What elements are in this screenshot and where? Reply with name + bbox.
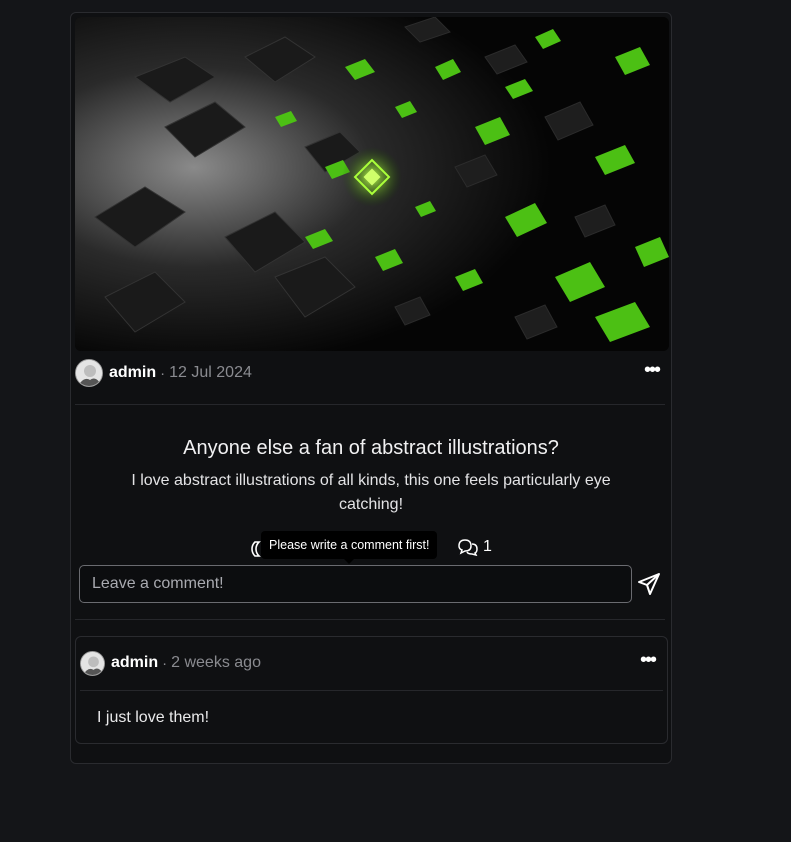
tooltip: Please write a comment first!: [261, 531, 438, 564]
meta-separator: ·: [160, 364, 166, 382]
author-avatar[interactable]: [75, 359, 103, 387]
post-author[interactable]: admin: [109, 364, 156, 382]
post-actions: Please write a comment first! 1: [251, 531, 551, 564]
post-body: I love abstract illustrations of all kin…: [131, 472, 611, 513]
comment-count-value: 1: [483, 538, 492, 555]
comments-icon: [458, 539, 478, 556]
comment-count[interactable]: 1: [457, 538, 492, 556]
comment-input[interactable]: [79, 565, 632, 603]
post-meta: admin · 12 Jul 2024 •••: [75, 357, 669, 389]
comment-date: 2 weeks ago: [171, 654, 261, 671]
comment-author-avatar[interactable]: [80, 650, 105, 676]
comment-item: admin · 2 weeks ago ••• I just love them…: [75, 636, 668, 744]
divider: [75, 619, 665, 620]
more-icon[interactable]: •••: [644, 360, 661, 380]
post-title: Anyone else a fan of abstract illustrati…: [183, 437, 559, 459]
comment-meta: admin · 2 weeks ago •••: [80, 647, 665, 679]
post-image: [75, 17, 669, 351]
comment-author[interactable]: admin: [111, 654, 158, 672]
send-icon[interactable]: [637, 572, 661, 596]
divider: [75, 404, 665, 405]
divider: [80, 690, 663, 691]
post-card: admin · 12 Jul 2024 ••• Anyone else a fa…: [70, 12, 672, 764]
post-date: 12 Jul 2024: [169, 364, 252, 381]
meta-separator: ·: [162, 654, 168, 672]
comment-more-icon[interactable]: •••: [640, 650, 657, 670]
comment-text: I just love them!: [97, 709, 210, 726]
